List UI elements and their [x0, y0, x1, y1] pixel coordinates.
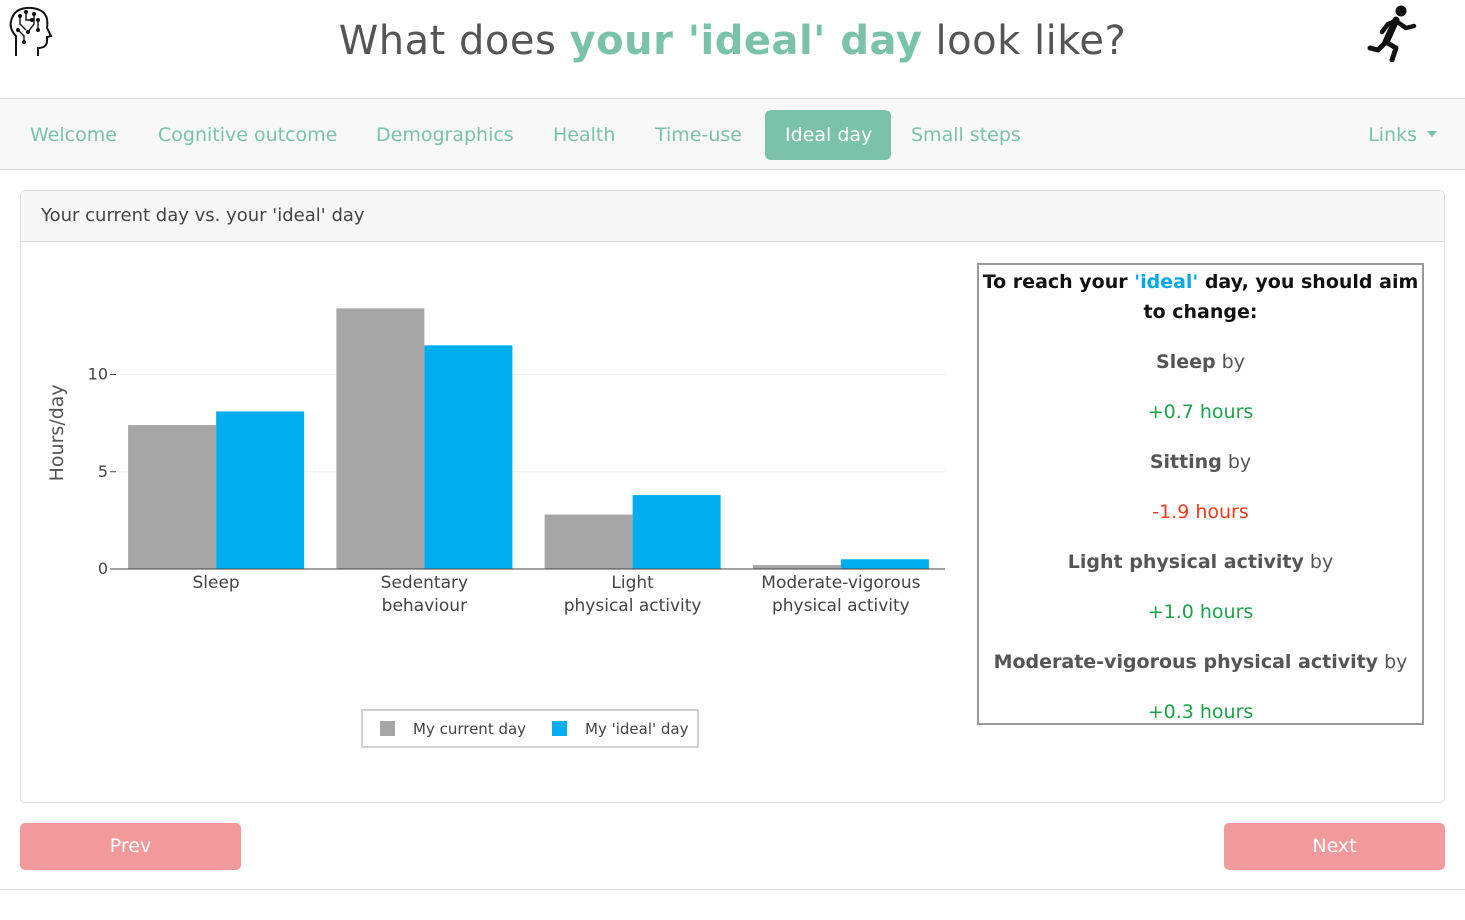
y-tick-label: 5 [98, 462, 108, 481]
nav-tab-health[interactable]: Health [533, 110, 635, 160]
running-person-icon [1367, 5, 1417, 62]
x-tick-label: physical activity [772, 596, 910, 616]
summary-value-light-activity: +1.0 hours [1147, 601, 1254, 623]
prev-button[interactable]: Prev [20, 823, 241, 870]
bar-ideal [424, 345, 513, 569]
change-summary-box: To reach your 'ideal' day, you should ai… [977, 263, 1424, 725]
legend-label: My 'ideal' day [585, 720, 689, 738]
bar-current [336, 308, 425, 569]
bar-current [752, 565, 841, 569]
title-accent: your 'ideal' day [569, 18, 923, 64]
bar-ideal [632, 495, 721, 569]
y-tick-label: 10 [88, 365, 108, 384]
summary-item-mvpa: Moderate-vigorous physical activity by [993, 651, 1408, 673]
legend-swatch [552, 721, 567, 736]
legend-label: My current day [413, 720, 526, 738]
next-button[interactable]: Next [1224, 823, 1445, 870]
y-axis-label: Hours/day [46, 384, 68, 481]
summary-heading: To reach your 'ideal' day, you should ai… [982, 271, 1419, 323]
legend-swatch [380, 721, 395, 736]
nav-tab-time-use[interactable]: Time-use [635, 110, 762, 160]
bar-ideal [840, 559, 929, 569]
y-tick-label: 0 [98, 559, 108, 578]
chevron-down-icon [1427, 130, 1437, 137]
nav-tab-small-steps[interactable]: Small steps [891, 110, 1041, 160]
x-tick-label: behaviour [382, 596, 467, 616]
nav-tab-ideal-day[interactable]: Ideal day [765, 110, 891, 160]
summary-item-sitting: Sitting by [1149, 451, 1252, 473]
x-tick-label: Sedentary [381, 573, 468, 593]
bottom-divider [0, 889, 1465, 890]
main-navbar: Welcome Cognitive outcome Demographics H… [0, 98, 1465, 170]
page-header: What does your 'ideal' day look like? [0, 0, 1465, 98]
summary-item-light-activity: Light physical activity by [1067, 551, 1334, 573]
bar-current [544, 514, 633, 569]
nav-tab-cognitive-outcome[interactable]: Cognitive outcome [138, 110, 357, 160]
summary-value-sitting: -1.9 hours [1152, 501, 1249, 523]
nav-tab-welcome[interactable]: Welcome [10, 110, 137, 160]
summary-item-sleep: Sleep by [1156, 351, 1245, 373]
bar-ideal [216, 411, 305, 569]
bar-chart: 0 5 10 Hours/day Sleep Sedentary behaviour Ligh… [46, 308, 945, 748]
nav-tab-demographics[interactable]: Demographics [356, 110, 534, 160]
comparison-card: Your current day vs. your 'ideal' day 05… [20, 190, 1445, 803]
x-tick-label: Moderate-vigorous [761, 573, 920, 593]
bar-current [128, 425, 217, 569]
x-tick-label: Light [611, 573, 654, 593]
summary-value-mvpa: +0.3 hours [1147, 701, 1254, 723]
x-tick-label: Sleep [193, 573, 240, 593]
x-tick-label: physical activity [564, 596, 702, 616]
links-dropdown[interactable]: Links [1368, 110, 1437, 160]
page-title: What does your 'ideal' day look like? [338, 18, 1127, 64]
summary-value-sleep: +0.7 hours [1147, 401, 1254, 423]
